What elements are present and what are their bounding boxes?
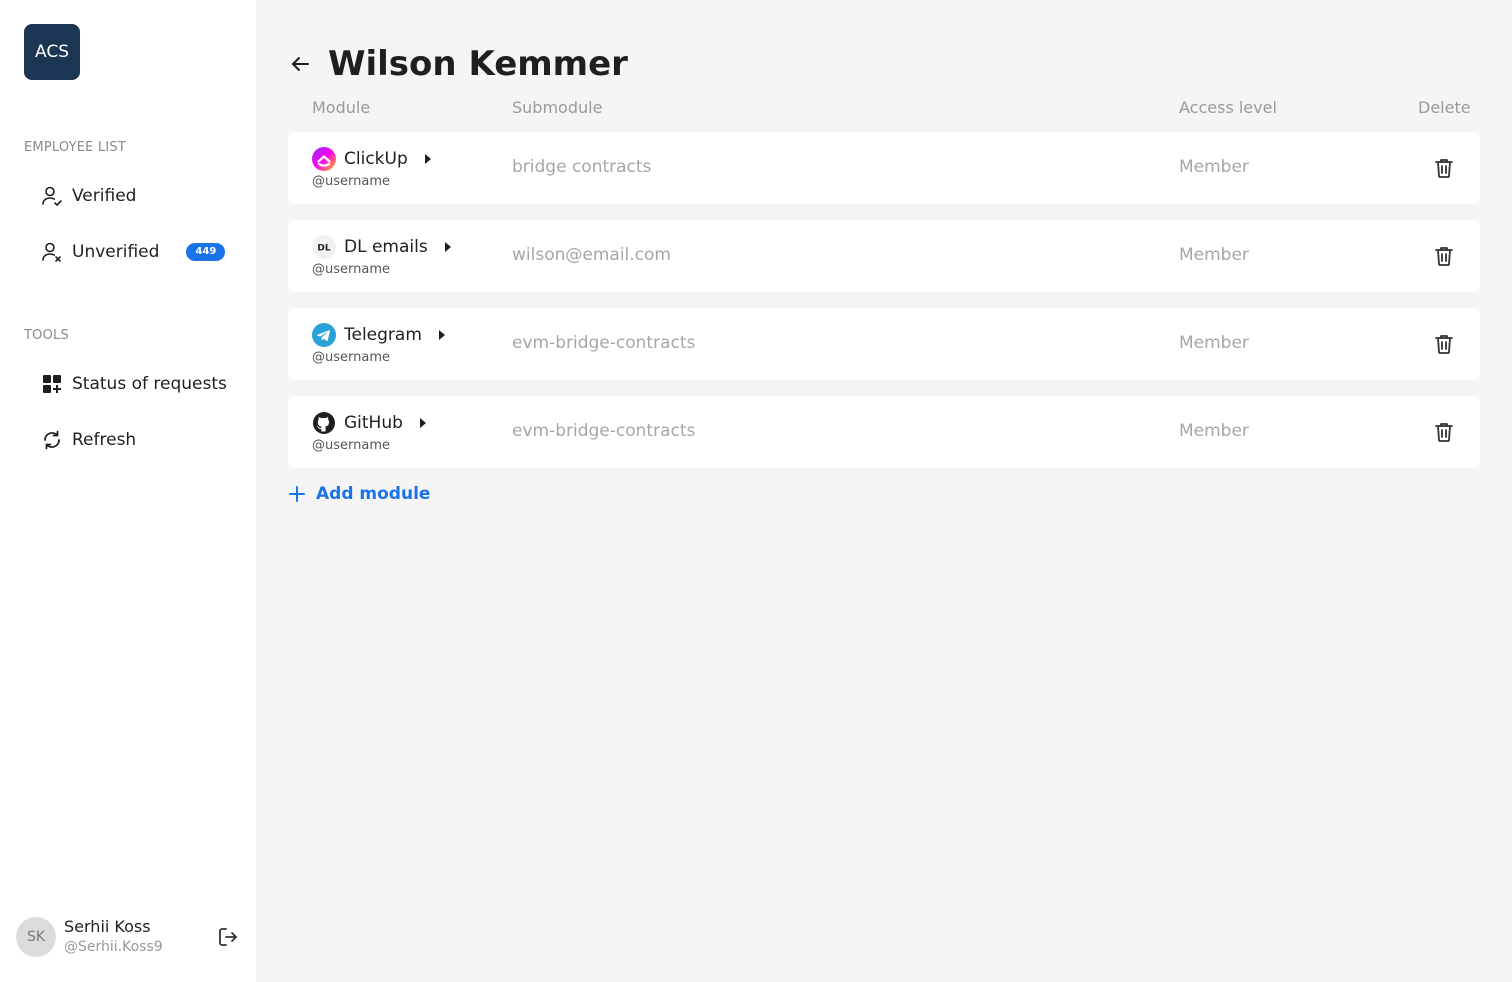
user-handle: @Serhii.Koss9 xyxy=(64,939,163,955)
user-name: Serhii Koss xyxy=(64,917,151,936)
table-row: GitHub @username evm-bridge-contracts Me… xyxy=(288,396,1480,468)
expand-module-button[interactable] xyxy=(442,241,454,253)
app-logo[interactable]: ACS xyxy=(24,24,80,80)
avatar: SK xyxy=(16,917,56,957)
expand-module-button[interactable] xyxy=(417,417,429,429)
module-username: @username xyxy=(312,350,390,365)
delete-button[interactable] xyxy=(1432,244,1456,268)
module-username: @username xyxy=(312,438,390,453)
refresh-icon xyxy=(40,428,64,452)
access-level-value[interactable]: Member xyxy=(1179,333,1249,353)
employee-list-section-title: EMPLOYEE LIST xyxy=(24,140,126,155)
sidebar-item-label: Status of requests xyxy=(72,374,227,394)
sidebar-item-refresh[interactable]: Refresh xyxy=(40,424,136,456)
trash-icon xyxy=(1435,423,1453,442)
module-name: DL emails xyxy=(344,237,428,257)
delete-button[interactable] xyxy=(1432,156,1456,180)
logout-button[interactable] xyxy=(216,925,240,949)
sidebar-item-unverified[interactable]: Unverified 449 xyxy=(40,236,226,268)
caret-right-icon xyxy=(424,154,431,164)
add-module-button[interactable]: Add module xyxy=(288,484,430,504)
tools-section-title: TOOLS xyxy=(24,328,69,343)
main-content: Wilson Kemmer Module Submodule Access le… xyxy=(256,0,1512,982)
unverified-count-badge: 449 xyxy=(186,243,226,261)
sidebar-item-verified[interactable]: Verified xyxy=(40,180,136,212)
expand-module-button[interactable] xyxy=(436,329,448,341)
user-x-icon xyxy=(40,240,64,264)
sidebar: ACS EMPLOYEE LIST Verified Unverified 44… xyxy=(0,0,256,982)
access-level-value[interactable]: Member xyxy=(1179,421,1249,441)
submodule-value: wilson@email.com xyxy=(512,245,671,265)
table-row: DL DL emails @username wilson@email.com … xyxy=(288,220,1480,292)
column-header-module: Module xyxy=(312,98,371,117)
expand-module-button[interactable] xyxy=(422,153,434,165)
module-name: ClickUp xyxy=(344,149,408,169)
submodule-value: evm-bridge-contracts xyxy=(512,421,696,441)
dl-icon: DL xyxy=(312,235,336,259)
trash-icon xyxy=(1435,247,1453,266)
logout-icon xyxy=(219,928,237,946)
telegram-icon xyxy=(312,323,336,347)
module-username: @username xyxy=(312,262,390,277)
sidebar-item-label: Verified xyxy=(72,186,137,206)
current-user: SK Serhii Koss @Serhii.Koss9 xyxy=(16,916,240,958)
dashboard-add-icon xyxy=(40,372,64,396)
module-name: Telegram xyxy=(344,325,422,345)
sidebar-item-status-of-requests[interactable]: Status of requests xyxy=(40,368,227,400)
column-header-access-level: Access level xyxy=(1179,98,1277,117)
column-header-delete: Delete xyxy=(1418,98,1471,117)
sidebar-item-label: Refresh xyxy=(72,430,137,450)
add-module-label: Add module xyxy=(316,484,431,504)
dl-icon-text: DL xyxy=(317,244,330,254)
module-username: @username xyxy=(312,174,390,189)
arrow-left-icon xyxy=(292,57,309,71)
trash-icon xyxy=(1435,159,1453,178)
module-name: GitHub xyxy=(344,413,403,433)
column-header-submodule: Submodule xyxy=(512,98,603,117)
access-level-value[interactable]: Member xyxy=(1179,245,1249,265)
trash-icon xyxy=(1435,335,1453,354)
user-check-icon xyxy=(40,184,64,208)
table-row: Telegram @username evm-bridge-contracts … xyxy=(288,308,1480,380)
sidebar-item-label: Unverified xyxy=(72,242,160,262)
table-row: ClickUp @username bridge contracts Membe… xyxy=(288,132,1480,204)
caret-right-icon xyxy=(438,330,445,340)
submodule-value: bridge contracts xyxy=(512,157,652,177)
caret-right-icon xyxy=(444,242,451,252)
delete-button[interactable] xyxy=(1432,332,1456,356)
delete-button[interactable] xyxy=(1432,420,1456,444)
page-title: Wilson Kemmer xyxy=(328,44,628,84)
github-icon xyxy=(312,411,336,435)
clickup-icon xyxy=(312,147,336,171)
caret-right-icon xyxy=(419,418,426,428)
back-button[interactable] xyxy=(288,52,312,76)
access-level-value[interactable]: Member xyxy=(1179,157,1249,177)
plus-icon xyxy=(289,486,305,502)
submodule-value: evm-bridge-contracts xyxy=(512,333,696,353)
